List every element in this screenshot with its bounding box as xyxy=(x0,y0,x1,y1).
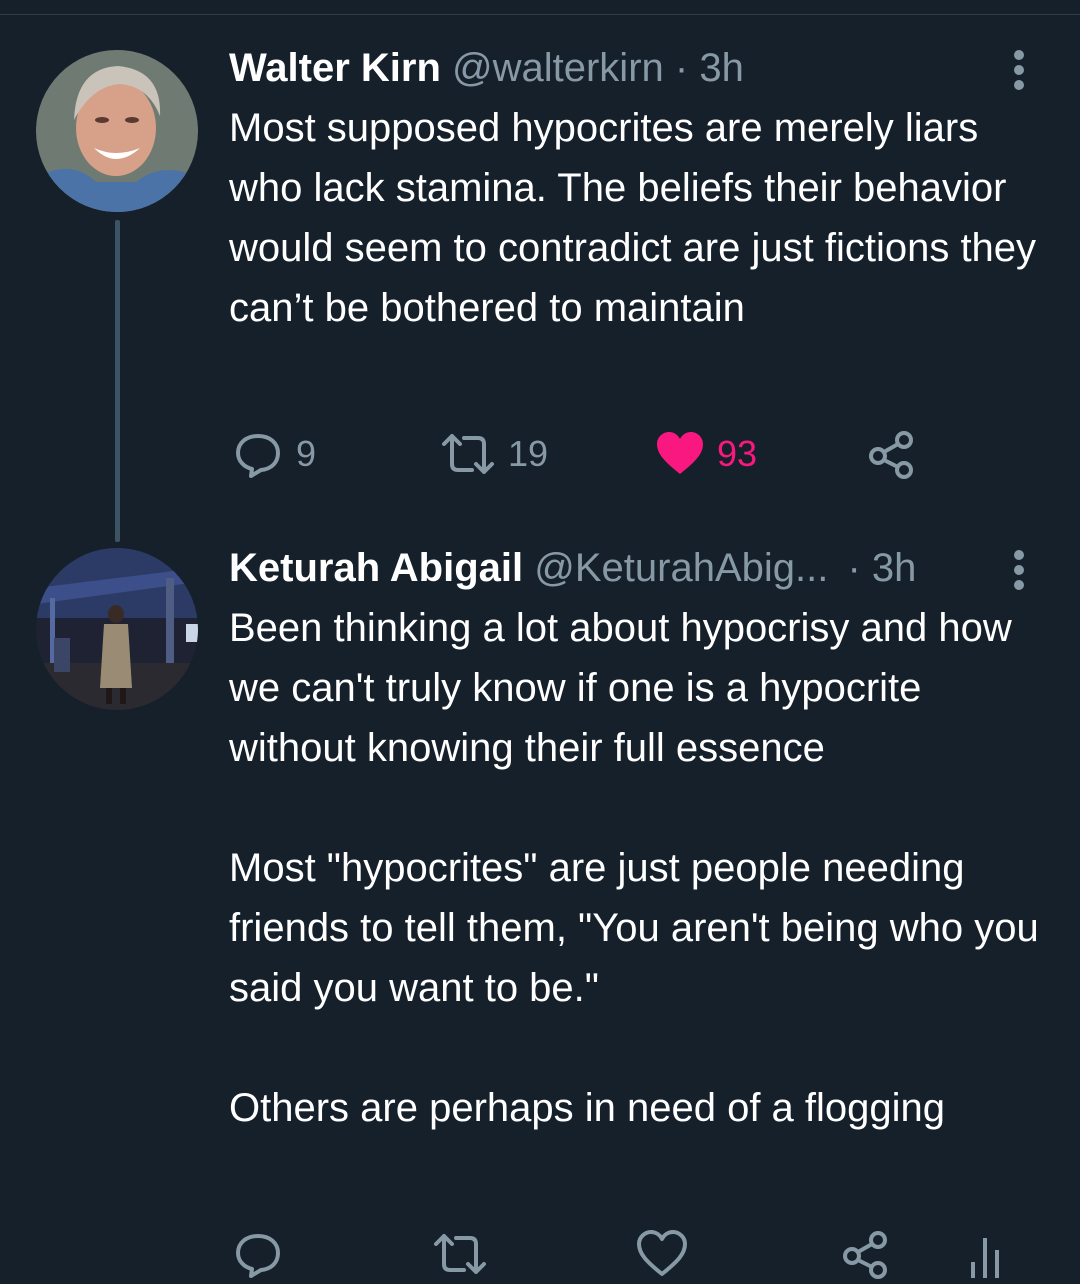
tweet-paragraph: Most supposed hypocrites are merely liar… xyxy=(229,106,1037,330)
author-handle[interactable]: @KeturahAbig... xyxy=(534,546,828,590)
author-handle[interactable]: @walterkirn xyxy=(452,46,664,90)
more-vertical-icon[interactable] xyxy=(1003,44,1035,96)
tweet-text: Been thinking a lot about hypocrisy and … xyxy=(229,598,1059,1138)
retweet-icon xyxy=(434,1234,486,1274)
share-icon xyxy=(869,431,913,479)
share-button[interactable] xyxy=(866,424,916,484)
share-button[interactable] xyxy=(840,1224,890,1284)
retweet-button[interactable]: 19 xyxy=(440,424,548,484)
tweet-text: Most supposed hypocrites are merely liar… xyxy=(229,98,1059,338)
separator: · xyxy=(674,46,689,90)
reply-count: 9 xyxy=(296,433,317,474)
tweet-actions: 9 19 93 xyxy=(0,424,1080,484)
top-divider xyxy=(0,14,1080,15)
tweet-time[interactable]: 3h xyxy=(872,546,917,590)
heart-icon xyxy=(637,1230,687,1276)
tweet-header: Walter Kirn @walterkirn · 3h xyxy=(229,42,744,94)
reply-button[interactable]: 9 xyxy=(232,424,316,484)
avatar-keturah-abigail[interactable] xyxy=(36,548,198,710)
tweet-header: Keturah Abigail @KeturahAbig... · 3h xyxy=(229,542,916,594)
share-icon xyxy=(843,1231,887,1279)
avatar-walter-kirn[interactable] xyxy=(36,50,198,212)
author-name[interactable]: Walter Kirn xyxy=(229,46,441,90)
tweet-actions xyxy=(0,1224,1080,1284)
author-name[interactable]: Keturah Abigail xyxy=(229,546,523,590)
retweet-icon xyxy=(442,434,494,474)
tweet-time[interactable]: 3h xyxy=(699,46,744,90)
retweet-count: 19 xyxy=(508,433,549,474)
like-button[interactable]: 93 xyxy=(655,424,757,484)
analytics-icon xyxy=(971,1238,999,1278)
like-count: 93 xyxy=(717,433,758,474)
reply-icon xyxy=(236,1234,280,1278)
more-vertical-icon[interactable] xyxy=(1003,544,1035,596)
like-button[interactable] xyxy=(637,1224,687,1284)
reply-button[interactable] xyxy=(232,1224,284,1284)
tweet-paragraph: Most "hypocrites" are just people needin… xyxy=(229,846,1039,1010)
reply-icon xyxy=(236,434,280,478)
analytics-button[interactable] xyxy=(965,1224,1005,1284)
separator: · xyxy=(847,546,861,590)
tweet-paragraph: Others are perhaps in need of a flogging xyxy=(229,1086,946,1130)
thread-line xyxy=(115,220,120,542)
heart-icon xyxy=(657,432,703,474)
retweet-button[interactable] xyxy=(432,1224,488,1284)
tweet-paragraph: Been thinking a lot about hypocrisy and … xyxy=(229,606,1012,770)
